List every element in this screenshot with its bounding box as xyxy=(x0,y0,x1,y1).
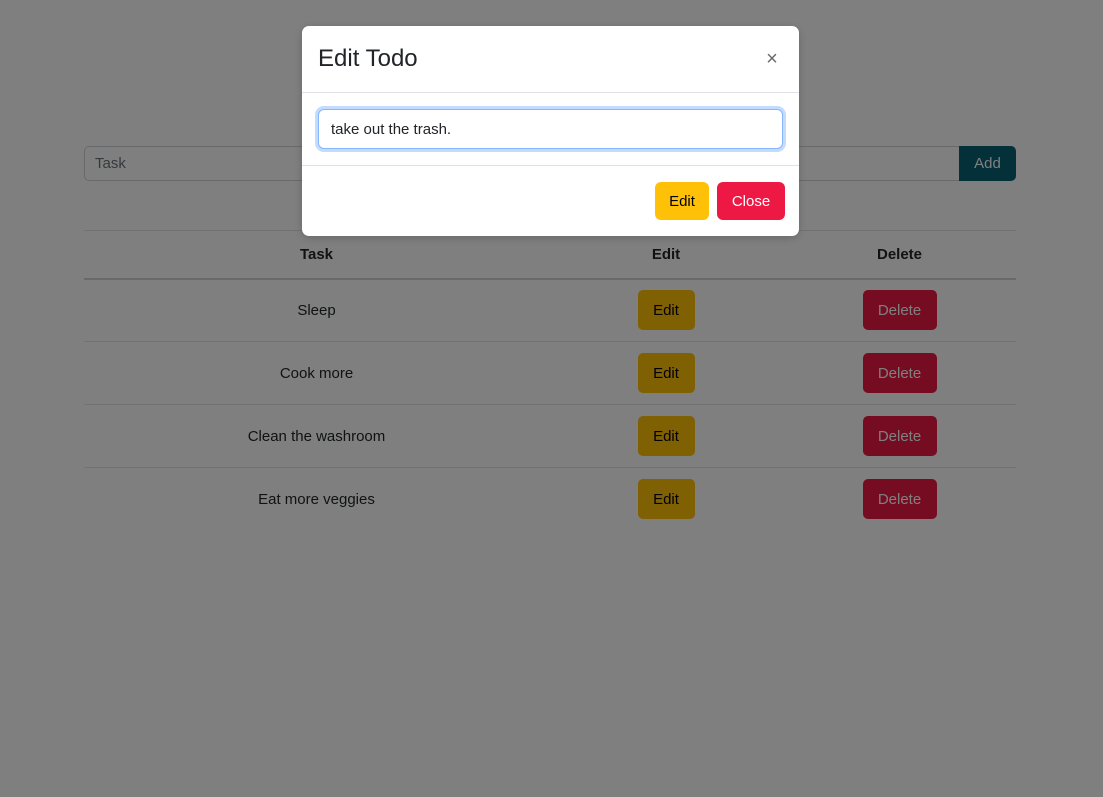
modal-footer: Edit Close xyxy=(302,165,799,236)
edit-todo-modal: Edit Todo × Edit Close xyxy=(302,26,799,236)
modal-edit-button[interactable]: Edit xyxy=(655,182,709,220)
edit-todo-input[interactable] xyxy=(318,109,783,149)
modal-body xyxy=(302,93,799,165)
modal-close-button[interactable]: Close xyxy=(717,182,785,220)
close-icon[interactable]: × xyxy=(761,48,783,70)
modal-title: Edit Todo xyxy=(318,44,418,72)
modal-header: Edit Todo × xyxy=(302,26,799,93)
